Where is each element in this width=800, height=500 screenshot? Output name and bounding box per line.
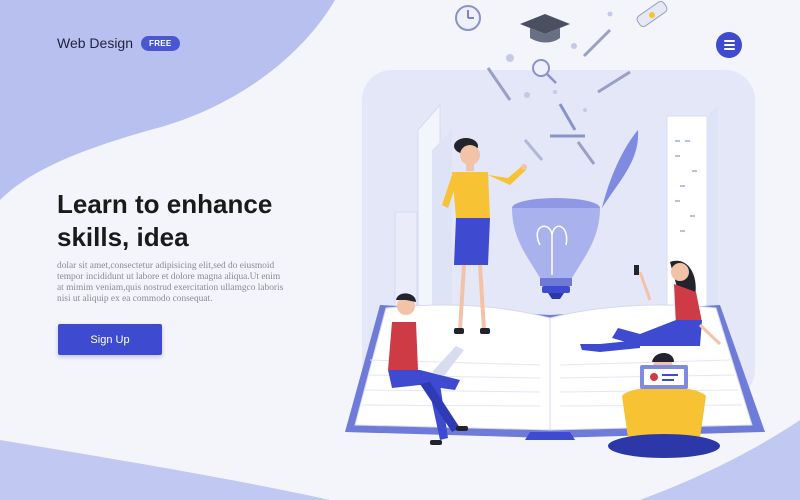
hero-headline: Learn to enhance skills, idea [57, 189, 273, 252]
sign-up-button[interactable]: Sign Up [58, 324, 162, 355]
hero-body-text: dolar sit amet,consectetur adipisicing e… [57, 261, 284, 304]
graduation-cap-icon [520, 14, 570, 43]
hero-illustration [345, 0, 765, 458]
diploma-icon [636, 0, 668, 28]
brand[interactable]: Web Design FREE [57, 35, 180, 51]
alarm-clock-icon [455, 5, 481, 31]
brand-name: Web Design [57, 35, 134, 51]
free-badge: FREE [141, 35, 180, 51]
